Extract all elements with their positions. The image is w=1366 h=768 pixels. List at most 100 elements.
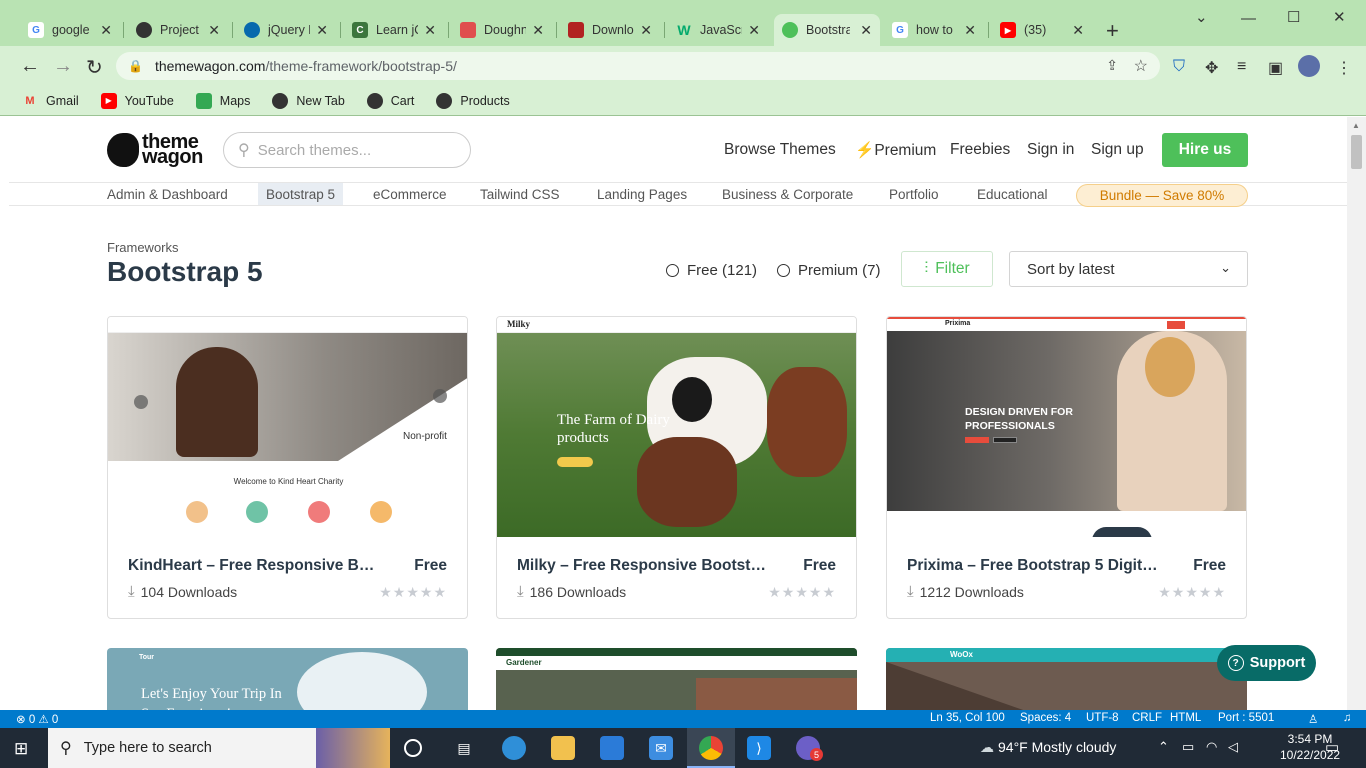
cat-bootstrap-5[interactable]: Bootstrap 5 bbox=[258, 183, 344, 205]
notifications-icon[interactable]: ♫ bbox=[1343, 712, 1352, 724]
tab-8-active[interactable]: Bootstra ✕ bbox=[774, 14, 880, 46]
theme-card-kindheart[interactable]: Non-profit Welcome to Kind Heart Charity… bbox=[107, 316, 468, 619]
minimize-button[interactable]: — bbox=[1241, 10, 1256, 27]
chevron-up-icon[interactable]: ⌃ bbox=[1158, 739, 1169, 755]
taskbar-search[interactable]: ⚲ Type here to search bbox=[48, 728, 390, 768]
bookmark-cart[interactable]: Cart bbox=[366, 92, 414, 109]
tab-3[interactable]: jQuery L✕ bbox=[236, 14, 336, 46]
nav-sign-in[interactable]: Sign in bbox=[1027, 141, 1074, 159]
windows-start-icon[interactable]: ⊞ bbox=[14, 739, 28, 759]
share-icon[interactable]: ⇪ bbox=[1106, 57, 1118, 74]
nav-browse-themes[interactable]: Browse Themes bbox=[724, 141, 836, 159]
nav-freebies[interactable]: Freebies bbox=[950, 141, 1010, 159]
account-icon[interactable]: ♙ bbox=[1308, 712, 1318, 726]
tab-4[interactable]: CLearn jQ✕ bbox=[344, 14, 444, 46]
close-icon[interactable]: ✕ bbox=[634, 22, 652, 39]
profile-avatar[interactable] bbox=[1298, 55, 1320, 77]
bitwarden-icon[interactable]: ⛉ bbox=[1173, 58, 1185, 76]
hire-us-button[interactable]: Hire us bbox=[1162, 133, 1248, 167]
tab-9[interactable]: Ghow to ✕ bbox=[884, 14, 984, 46]
close-window-button[interactable]: ✕ bbox=[1333, 8, 1346, 26]
close-icon[interactable]: ✕ bbox=[742, 22, 760, 39]
close-icon[interactable]: ✕ bbox=[1066, 22, 1084, 39]
close-icon[interactable]: ✕ bbox=[202, 22, 220, 39]
close-icon[interactable]: ✕ bbox=[854, 22, 872, 39]
card-title[interactable]: KindHeart – Free Responsive Bootstrap 5 … bbox=[128, 557, 380, 575]
indentation[interactable]: Spaces: 4 bbox=[1020, 712, 1071, 724]
action-center-icon[interactable]: ▭ bbox=[1325, 738, 1339, 756]
nav-sign-up[interactable]: Sign up bbox=[1091, 141, 1144, 159]
tab-7[interactable]: WJavaScri✕ bbox=[668, 14, 768, 46]
menu-icon[interactable]: ⋮ bbox=[1336, 58, 1352, 78]
filter-button[interactable]: ⫶ Filter bbox=[901, 251, 993, 287]
line-ending[interactable]: CRLF bbox=[1132, 712, 1162, 724]
file-explorer-icon[interactable] bbox=[551, 736, 575, 760]
task-view-icon[interactable]: ▤ bbox=[452, 736, 476, 760]
battery-icon[interactable]: ▭ bbox=[1182, 739, 1194, 755]
volume-icon[interactable]: ◁ bbox=[1228, 739, 1238, 755]
cat-admin-dashboard[interactable]: Admin & Dashboard bbox=[99, 183, 236, 205]
bookmark-products[interactable]: Products bbox=[436, 92, 510, 109]
tab-5[interactable]: Doughn ✕ bbox=[452, 14, 552, 46]
new-tab-button[interactable]: + bbox=[1106, 18, 1119, 44]
extensions-icon[interactable]: ✥ bbox=[1205, 58, 1218, 78]
cat-tailwind[interactable]: Tailwind CSS bbox=[472, 183, 568, 205]
wifi-icon[interactable]: ◠ bbox=[1206, 739, 1217, 755]
tab-10[interactable]: ▶ (35) ✕ bbox=[992, 14, 1092, 46]
theme-card-tour[interactable]: Tour Let's Enjoy Your Trip In San Franci… bbox=[107, 648, 468, 713]
cat-ecommerce[interactable]: eCommerce bbox=[365, 183, 455, 205]
bookmark-star-icon[interactable]: ☆ bbox=[1134, 56, 1148, 76]
card-title[interactable]: Prixima – Free Bootstrap 5 Digital Agenc… bbox=[907, 557, 1159, 575]
close-icon[interactable]: ✕ bbox=[526, 22, 544, 39]
weather-widget[interactable]: ☁ 94°F Mostly cloudy bbox=[980, 739, 1116, 756]
theme-card-gardener[interactable]: Gardener bbox=[496, 648, 857, 713]
support-button[interactable]: ? Support bbox=[1217, 645, 1316, 681]
page-scrollbar[interactable]: ▲ bbox=[1347, 117, 1366, 713]
encoding[interactable]: UTF-8 bbox=[1086, 712, 1119, 724]
tab-2[interactable]: Project C✕ bbox=[128, 14, 228, 46]
address-bar[interactable]: 🔒 themewagon.com/theme-framework/bootstr… bbox=[116, 52, 1160, 80]
cortana-icon[interactable] bbox=[404, 739, 422, 757]
cat-educational[interactable]: Educational bbox=[969, 183, 1056, 205]
tab-6[interactable]: Downlo ✕ bbox=[560, 14, 660, 46]
free-radio[interactable]: Free (121) bbox=[666, 262, 757, 279]
sidepanel-icon[interactable]: ▣ bbox=[1268, 58, 1283, 78]
tab-search-icon[interactable]: ⌄ bbox=[1195, 8, 1208, 26]
tab-1[interactable]: Ggoogle ✕ bbox=[20, 14, 120, 46]
card-thumbnail[interactable]: Milky The Farm of Dairy products bbox=[497, 317, 856, 537]
star-rating[interactable]: ★★★★★ bbox=[379, 584, 447, 601]
card-title[interactable]: Milky – Free Responsive Bootstrap 5 Dair… bbox=[517, 557, 769, 575]
close-icon[interactable]: ✕ bbox=[310, 22, 328, 39]
theme-card-milky[interactable]: Milky The Farm of Dairy products Milky –… bbox=[496, 316, 857, 619]
bookmark-youtube[interactable]: ▶ YouTube bbox=[100, 92, 174, 109]
mail-icon[interactable]: ✉ bbox=[649, 736, 673, 760]
cat-portfolio[interactable]: Portfolio bbox=[881, 183, 947, 205]
bookmark-new-tab[interactable]: New Tab bbox=[272, 92, 345, 109]
vscode-icon[interactable]: ⟩ bbox=[747, 736, 771, 760]
back-icon[interactable]: ← bbox=[20, 55, 40, 78]
card-thumbnail[interactable]: Non-profit Welcome to Kind Heart Charity bbox=[108, 317, 467, 537]
bookmark-gmail[interactable]: M Gmail bbox=[22, 93, 78, 109]
cat-landing-pages[interactable]: Landing Pages bbox=[589, 183, 695, 205]
forward-icon[interactable]: → bbox=[53, 55, 73, 78]
search-input[interactable]: ⚲ Search themes... bbox=[223, 132, 471, 168]
scrollbar-thumb[interactable] bbox=[1351, 135, 1362, 169]
bundle-badge[interactable]: Bundle — Save 80% bbox=[1076, 184, 1248, 207]
card-thumbnail[interactable]: Prixima DESIGN DRIVEN FOR PROFESSIONALS bbox=[887, 317, 1246, 537]
breadcrumb[interactable]: Frameworks bbox=[107, 240, 179, 255]
star-rating[interactable]: ★★★★★ bbox=[1158, 584, 1226, 601]
themewagon-logo[interactable]: theme wagon bbox=[107, 132, 203, 167]
chrome-taskbar-active[interactable] bbox=[687, 728, 735, 768]
nav-premium[interactable]: ⚡Premium bbox=[855, 141, 936, 160]
live-server-port[interactable]: Port : 5501 bbox=[1218, 712, 1274, 724]
close-icon[interactable]: ✕ bbox=[958, 22, 976, 39]
maximize-button[interactable]: ☐ bbox=[1287, 8, 1300, 26]
theme-card-prixima[interactable]: Prixima DESIGN DRIVEN FOR PROFESSIONALS … bbox=[886, 316, 1247, 619]
problems-count[interactable]: ⊗ 0 ⚠ 0 bbox=[16, 712, 58, 726]
language-mode[interactable]: HTML bbox=[1170, 712, 1201, 724]
close-icon[interactable]: ✕ bbox=[418, 22, 436, 39]
sort-select[interactable]: Sort by latest ⌄ bbox=[1009, 251, 1248, 287]
bookmark-maps[interactable]: Maps bbox=[195, 92, 250, 109]
viber-icon[interactable]: 5 bbox=[796, 736, 823, 761]
store-icon[interactable] bbox=[600, 736, 624, 760]
